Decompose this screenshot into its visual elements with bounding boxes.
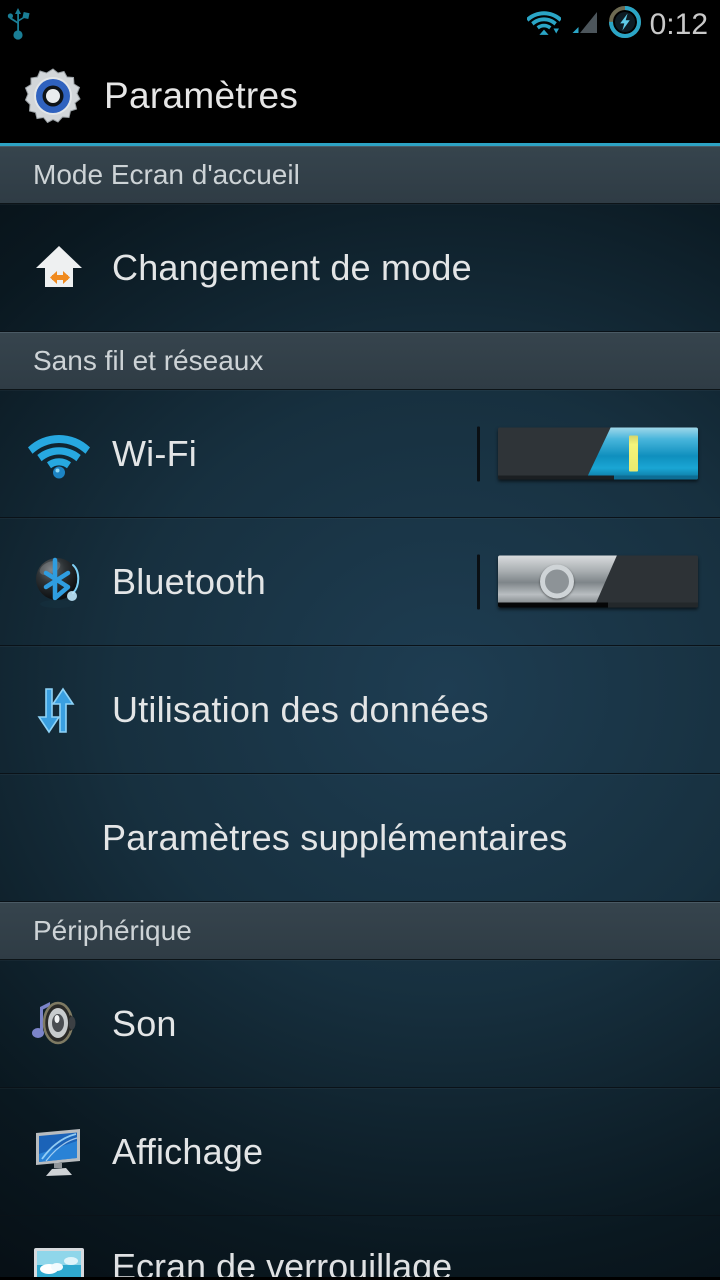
lockscreen-wallpaper-icon bbox=[28, 1238, 90, 1277]
status-bar-left-icons bbox=[6, 4, 32, 49]
wifi-toggle-switch[interactable] bbox=[498, 427, 698, 480]
action-bar: Paramètres bbox=[0, 49, 720, 146]
toggle-divider bbox=[477, 554, 480, 609]
battery-charging-icon bbox=[608, 6, 641, 43]
row-utilisation-des-donnees[interactable]: Utilisation des données bbox=[0, 646, 720, 774]
row-label: Ecran de verrouillage bbox=[112, 1246, 453, 1277]
section-header-label: Sans fil et réseaux bbox=[33, 345, 264, 376]
row-parametres-supplementaires[interactable]: Paramètres supplémentaires bbox=[0, 774, 720, 902]
bluetooth-icon bbox=[28, 551, 90, 613]
row-ecran-de-verrouillage[interactable]: Ecran de verrouillage bbox=[0, 1216, 720, 1277]
toggle-base-line bbox=[498, 475, 698, 480]
wifi-signal-icon bbox=[525, 8, 562, 41]
wifi-icon bbox=[28, 423, 90, 485]
display-monitor-icon bbox=[28, 1121, 90, 1183]
settings-list[interactable]: Mode Ecran d'accueil Changement de mode … bbox=[0, 146, 720, 1277]
row-bluetooth[interactable]: Bluetooth bbox=[0, 518, 720, 646]
row-affichage[interactable]: Affichage bbox=[0, 1088, 720, 1216]
row-label: Bluetooth bbox=[112, 560, 266, 602]
row-label: Changement de mode bbox=[112, 246, 472, 288]
bluetooth-toggle-switch[interactable] bbox=[498, 555, 698, 608]
cell-signal-icon bbox=[570, 8, 600, 41]
row-label: Paramètres supplémentaires bbox=[102, 816, 568, 858]
sound-speaker-icon bbox=[28, 993, 90, 1055]
row-label: Affichage bbox=[112, 1130, 264, 1172]
toggle-knob[interactable] bbox=[540, 564, 574, 599]
home-swap-icon bbox=[28, 237, 90, 299]
row-son[interactable]: Son bbox=[0, 960, 720, 1088]
row-label: Wi-Fi bbox=[112, 432, 197, 474]
settings-gear-icon bbox=[24, 67, 82, 125]
status-bar-clock: 0:12 bbox=[649, 8, 708, 41]
section-header-device: Périphérique bbox=[0, 902, 720, 960]
section-header-label: Mode Ecran d'accueil bbox=[33, 159, 300, 190]
bluetooth-toggle-group[interactable] bbox=[477, 554, 698, 609]
section-header-wireless-networks: Sans fil et réseaux bbox=[0, 332, 720, 390]
toggle-base-line bbox=[498, 602, 698, 608]
status-bar-right-icons: 0:12 bbox=[525, 0, 708, 49]
section-header-home-mode: Mode Ecran d'accueil bbox=[0, 146, 720, 204]
usb-icon bbox=[6, 4, 32, 49]
status-bar: 0:12 bbox=[0, 0, 720, 49]
row-label: Son bbox=[112, 1002, 177, 1044]
wifi-toggle-group[interactable] bbox=[477, 426, 698, 481]
toggle-divider bbox=[477, 426, 480, 481]
toggle-indicator-bar bbox=[629, 435, 638, 472]
row-changement-de-mode[interactable]: Changement de mode bbox=[0, 204, 720, 332]
page-title: Paramètres bbox=[104, 75, 299, 116]
row-wifi[interactable]: Wi-Fi bbox=[0, 390, 720, 518]
section-header-label: Périphérique bbox=[33, 915, 192, 946]
row-label: Utilisation des données bbox=[112, 688, 489, 730]
data-usage-arrows-icon bbox=[28, 679, 90, 741]
